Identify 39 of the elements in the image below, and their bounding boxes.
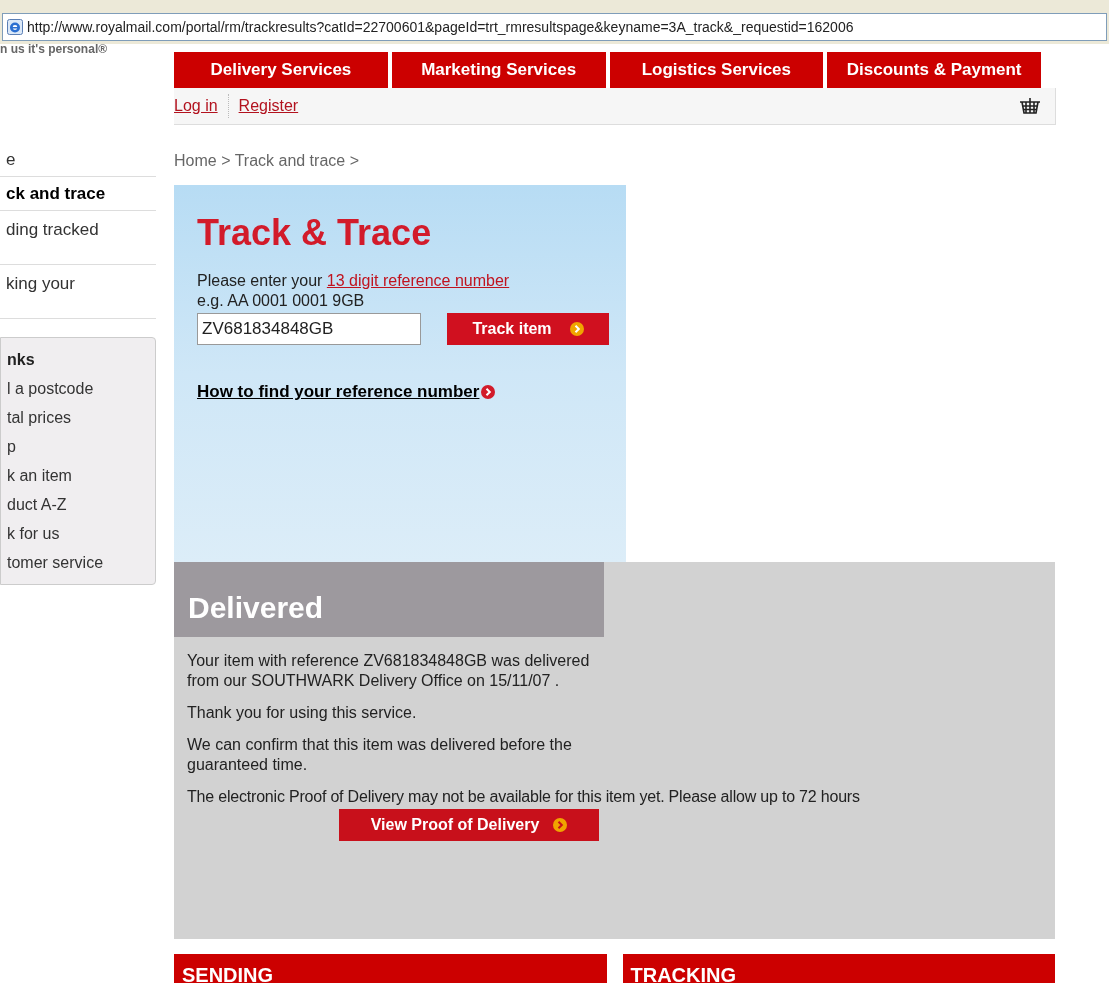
nav-tab[interactable]: Marketing Services (391, 52, 606, 88)
nav-tab[interactable]: Discounts & Payment (827, 52, 1041, 88)
url-text: http://www.royalmail.com/portal/rm/trackresults?catId=22700601&pageId=trt_rmresultspage&keyname=3A_track&_requestid=162006 (27, 17, 854, 37)
quick-link[interactable]: k for us (1, 519, 155, 548)
account-link[interactable]: Register (227, 94, 309, 118)
tagline: n us it's personal® (0, 44, 109, 58)
status-header: Delivered (174, 562, 604, 637)
quick-link[interactable]: tal prices (1, 403, 155, 432)
section-header: SENDING (174, 954, 607, 983)
reference-link[interactable]: 13 digit reference number (326, 272, 510, 289)
browser-icon (7, 19, 23, 35)
quick-link[interactable]: tomer service (1, 548, 155, 577)
section-header: TRACKING (622, 954, 1055, 983)
account-link[interactable]: Log in (174, 94, 228, 118)
reference-field[interactable]: ZV681834848GB (197, 313, 421, 345)
result-text: Your item with reference ZV681834848GB was delivered from our SOUTHWARK Delivery Office on 15/11/07 . (187, 651, 591, 691)
quick-link[interactable]: k an item (1, 461, 155, 490)
quick-link[interactable]: duct A-Z (1, 490, 155, 519)
breadcrumb: Home > Track and trace > (174, 151, 360, 171)
help-link[interactable]: How to find your reference number (197, 379, 480, 405)
basket-icon[interactable] (1019, 97, 1041, 115)
sidebar-item[interactable]: king your (0, 265, 156, 319)
quick-link[interactable]: p (1, 432, 155, 461)
example-text: e.g. AA 0001 0001 9GB (197, 291, 366, 311)
sidebar-item[interactable]: ck and trace (0, 177, 156, 211)
quick-link[interactable]: l a postcode (1, 374, 155, 403)
sidebar-item[interactable]: ding tracked (0, 211, 156, 265)
nav-tab[interactable]: Delivery Services (174, 52, 388, 88)
sidebar-item[interactable]: e (0, 143, 156, 177)
address-bar[interactable]: http://www.royalmail.com/portal/rm/trackresults?catId=22700601&pageId=trt_rmresultspage&keyname=3A_track&_requestid=162006 (2, 13, 1107, 41)
result-text: We can confirm that this item was delivered before the guaranteed time. (187, 735, 573, 775)
prompt-text: Please enter your 13 digit reference number (197, 271, 511, 291)
proof-note: The electronic Proof of Delivery may not be available for this item yet. Please allow up to 72 hours (187, 787, 861, 807)
panel-title: Track & Trace (197, 213, 433, 253)
proof-button[interactable]: View Proof of Delivery (339, 809, 599, 841)
track-button[interactable]: Track item (447, 313, 609, 345)
links-heading: nks (6, 350, 36, 370)
result-text: Thank you for using this service. (187, 703, 418, 723)
nav-tab[interactable]: Logistics Services (609, 52, 824, 88)
